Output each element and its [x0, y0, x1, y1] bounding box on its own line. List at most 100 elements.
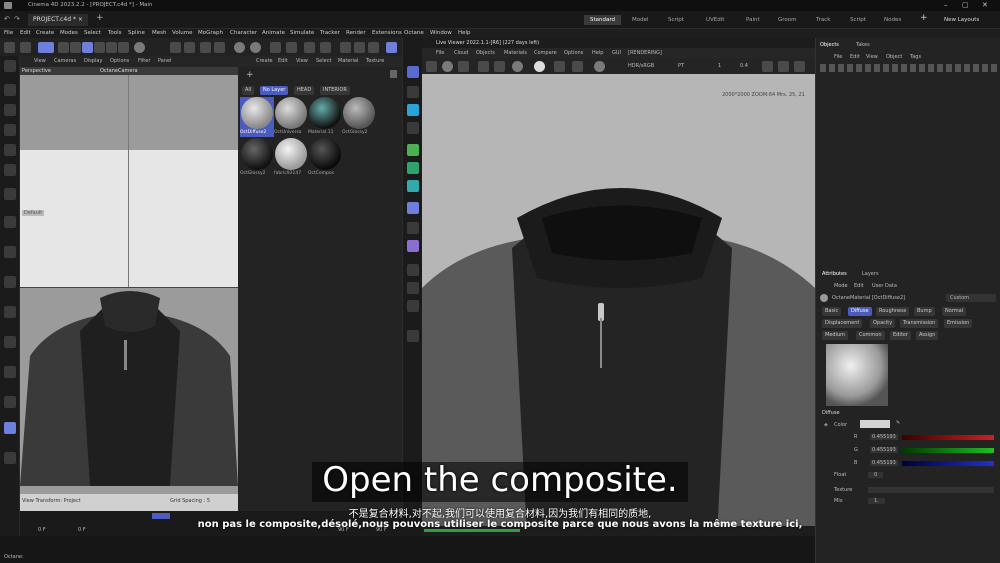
filter-all[interactable]: All	[242, 86, 255, 95]
menu-tools[interactable]: Tools	[108, 29, 122, 38]
rotate-icon[interactable]	[4, 144, 16, 156]
clay-mode-icon[interactable]	[534, 61, 545, 72]
pick-focus-icon[interactable]	[572, 61, 583, 72]
deform-icon[interactable]	[407, 202, 419, 214]
attr-menu-userdata[interactable]: User Data	[872, 283, 897, 289]
layout-tab-script[interactable]: Script	[668, 15, 684, 25]
move-tool-icon[interactable]	[20, 42, 31, 53]
menu-octane[interactable]: Octane	[404, 29, 424, 38]
layout-tab-nodes[interactable]: Nodes	[884, 15, 901, 25]
lv-menu-materials[interactable]: Materials	[504, 50, 527, 56]
mat-menu-texture[interactable]: Texture	[366, 58, 384, 64]
spline-tool-icon[interactable]	[407, 240, 419, 252]
layout-tab-uvedit[interactable]: UVEdit	[706, 15, 724, 25]
chip-bump[interactable]: Bump	[914, 307, 935, 316]
sphere-icon[interactable]	[234, 42, 245, 53]
chip-displacement[interactable]: Displacement	[822, 319, 863, 328]
obj-menu-view[interactable]: View	[866, 54, 878, 60]
grid-icon[interactable]	[214, 42, 225, 53]
render-view-icon[interactable]	[170, 42, 181, 53]
mat-menu-select[interactable]: Select	[316, 58, 331, 64]
hexagon-icon[interactable]	[304, 42, 315, 53]
material-item[interactable]: fabric93147	[274, 138, 308, 178]
material-item[interactable]: OctGlossy2	[342, 97, 376, 137]
uv-mode-icon[interactable]	[94, 42, 105, 53]
add-tab-button[interactable]: +	[96, 13, 104, 23]
pick-icon[interactable]	[594, 61, 605, 72]
chip-common[interactable]: Common	[856, 331, 885, 340]
pause-icon[interactable]	[458, 61, 469, 72]
trash-icon[interactable]	[390, 70, 397, 78]
tab-objects[interactable]: Objects	[820, 42, 839, 48]
chip-basic[interactable]: Basic	[822, 307, 842, 316]
obj-menu-object[interactable]: Object	[886, 54, 902, 60]
snap-tool-icon[interactable]	[4, 276, 16, 288]
light-icon[interactable]	[270, 42, 281, 53]
layout-tab-standard[interactable]: Standard	[584, 15, 622, 25]
chip-editor[interactable]: Editor	[890, 331, 911, 340]
select-tool-icon[interactable]	[4, 42, 15, 53]
text-icon[interactable]	[407, 122, 419, 134]
material-item[interactable]: OctDiffuse2	[240, 97, 274, 137]
mat-menu-material[interactable]: Material	[338, 58, 358, 64]
menu-select[interactable]: Select	[84, 29, 101, 38]
viewport-menu-options[interactable]: Options	[110, 58, 129, 64]
lv-menu-compare[interactable]: Compare	[534, 50, 557, 56]
lv-menu-cloud[interactable]: Cloud	[454, 50, 468, 56]
deformer-icon[interactable]	[286, 42, 297, 53]
cube-3d-icon[interactable]	[407, 104, 419, 116]
send-scene-icon[interactable]	[426, 61, 437, 72]
octane-object-icon[interactable]	[368, 42, 379, 53]
menu-create[interactable]: Create	[36, 29, 54, 38]
cube-icon[interactable]	[38, 42, 54, 53]
chip-opacity[interactable]: Opacity	[870, 319, 896, 328]
rectangle-icon[interactable]	[407, 86, 419, 98]
add-material-button[interactable]: +	[246, 70, 254, 80]
light-tool-icon[interactable]	[407, 300, 419, 312]
menu-tracker[interactable]: Tracker	[320, 29, 340, 38]
octane-render-icon[interactable]	[340, 42, 351, 53]
live-select-icon[interactable]	[4, 104, 16, 116]
lv-menu-options[interactable]: Options	[564, 50, 583, 56]
chip-transmission[interactable]: Transmission	[900, 319, 939, 328]
cursor-icon[interactable]	[4, 84, 16, 96]
menu-mograph[interactable]: MoGraph	[198, 29, 223, 38]
menu-edit[interactable]: Edit	[20, 29, 31, 38]
r-slider[interactable]	[902, 435, 994, 440]
octane-button-icon[interactable]	[407, 66, 419, 78]
octane-settings-icon[interactable]	[354, 42, 365, 53]
keyframe-dot-icon[interactable]: ◆	[824, 422, 828, 428]
obj-menu-file[interactable]: File	[834, 54, 842, 60]
lv-menu-gui[interactable]: GUI	[612, 50, 621, 56]
camera-icon[interactable]	[320, 42, 331, 53]
attr-menu-edit[interactable]: Edit	[854, 283, 864, 289]
menu-simulate[interactable]: Simulate	[290, 29, 314, 38]
maximize-button[interactable]: ▢	[962, 1, 969, 9]
tab-attributes[interactable]: Attributes	[822, 271, 847, 277]
settings-gear-icon[interactable]	[512, 61, 523, 72]
viewport-menu-panel[interactable]: Panel	[158, 58, 172, 64]
filter-head[interactable]: HEAD	[294, 86, 315, 95]
g-value[interactable]: 0.455193	[870, 447, 898, 453]
chip-assign[interactable]: Assign	[916, 331, 939, 340]
lv-menu-file[interactable]: File	[436, 50, 444, 56]
cloner-icon[interactable]	[407, 162, 419, 174]
perspective-viewport[interactable]: View Cameras Display Options Filter Pane…	[20, 56, 238, 511]
grid-tool-icon[interactable]	[4, 306, 16, 318]
menu-render[interactable]: Render	[346, 29, 366, 38]
new-layouts-button[interactable]: New Layouts	[944, 15, 979, 25]
snapshot-icon[interactable]	[762, 61, 773, 72]
viewport-menu-cameras[interactable]: Cameras	[54, 58, 76, 64]
model-mode-icon[interactable]	[106, 42, 117, 53]
axis-mode-icon[interactable]	[118, 42, 129, 53]
region-icon[interactable]	[478, 61, 489, 72]
snap-icon[interactable]	[134, 42, 145, 53]
mat-menu-create[interactable]: Create	[256, 58, 273, 64]
menu-help[interactable]: Help	[458, 29, 471, 38]
undo-icon[interactable]: ↶	[4, 15, 10, 23]
chip-normal[interactable]: Normal	[942, 307, 967, 316]
mat-menu-edit[interactable]: Edit	[278, 58, 288, 64]
filter-interior[interactable]: INTERIOR	[320, 86, 350, 95]
weight-tool-icon[interactable]	[4, 336, 16, 348]
document-tab[interactable]: PROJECT.c4d * ×	[28, 14, 88, 26]
